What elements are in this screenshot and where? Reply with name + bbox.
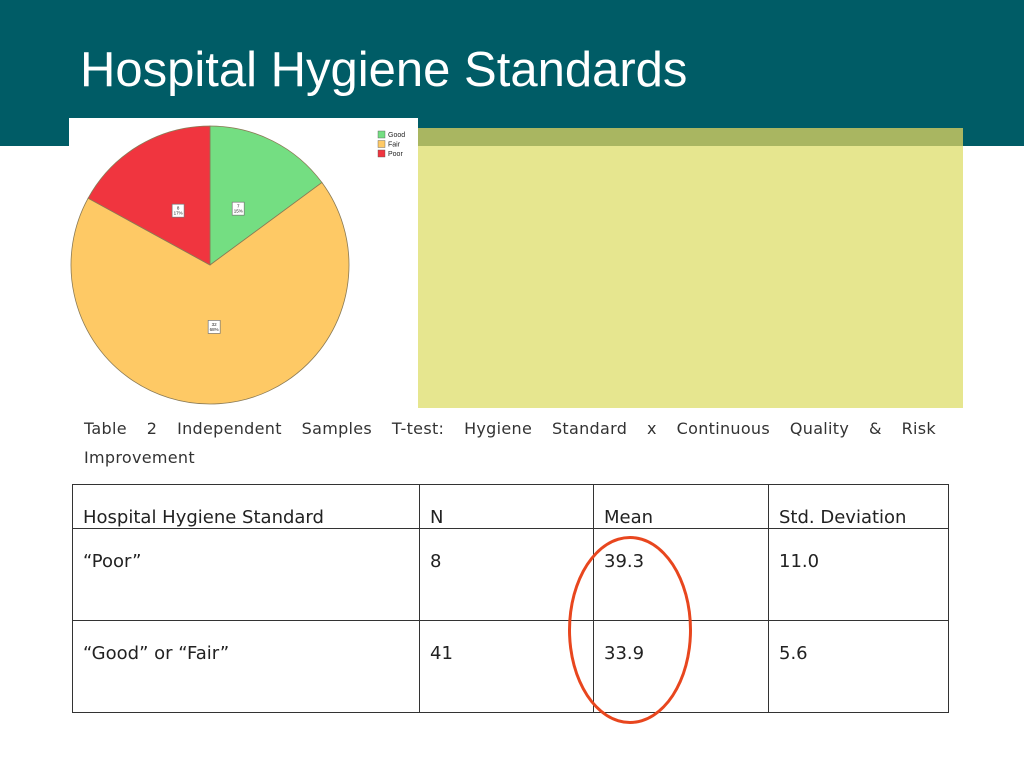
cell-standard: “Poor” (72, 528, 420, 621)
table-header-row: Hospital Hygiene Standard N Mean Std. De… (72, 484, 949, 529)
cell-n: 41 (419, 620, 594, 713)
table-row: “Good” or “Fair” 41 33.9 5.6 (72, 620, 949, 713)
svg-text:15%: 15% (234, 209, 243, 214)
slide-title: Hospital Hygiene Standards (80, 43, 688, 97)
pie-chart: 715% 3268% 817% Good Fair Poor (70, 125, 405, 405)
t-test-table: Hospital Hygiene Standard N Mean Std. De… (72, 484, 949, 713)
col-header-n: N (419, 484, 594, 529)
cell-standard: “Good” or “Fair” (72, 620, 420, 713)
pie-chart-panel: 7 15% 32 68% 8 17% Good Fair Poor (69, 118, 418, 410)
legend-swatch-fair (377, 140, 386, 148)
legend-label-poor: Poor (388, 151, 403, 158)
col-header-mean: Mean (593, 484, 769, 529)
cell-std: 11.0 (768, 528, 949, 621)
legend-label-fair: Fair (388, 142, 401, 149)
cell-mean: 33.9 (593, 620, 769, 713)
table-caption: Table 2 Independent Samples T-test: Hygi… (84, 419, 936, 467)
legend-swatch-good (377, 130, 386, 139)
legend-swatch-poor (377, 149, 386, 158)
highlight-panel (418, 128, 963, 408)
col-header-standard: Hospital Hygiene Standard (72, 484, 420, 529)
cell-std: 5.6 (768, 620, 949, 713)
svg-text:17%: 17% (174, 211, 183, 216)
legend-label-good: Good (388, 132, 405, 139)
pie-data-label: 715% (231, 201, 245, 216)
col-header-std: Std. Deviation (768, 484, 949, 529)
table-row: “Poor” 8 39.3 11.0 (72, 528, 949, 621)
pie-data-label: 3268% (207, 320, 221, 334)
pie-data-label: 817% (171, 203, 185, 218)
cell-mean: 39.3 (593, 528, 769, 621)
svg-text:68%: 68% (210, 327, 219, 332)
highlight-panel-band (418, 128, 963, 146)
cell-n: 8 (419, 528, 594, 621)
